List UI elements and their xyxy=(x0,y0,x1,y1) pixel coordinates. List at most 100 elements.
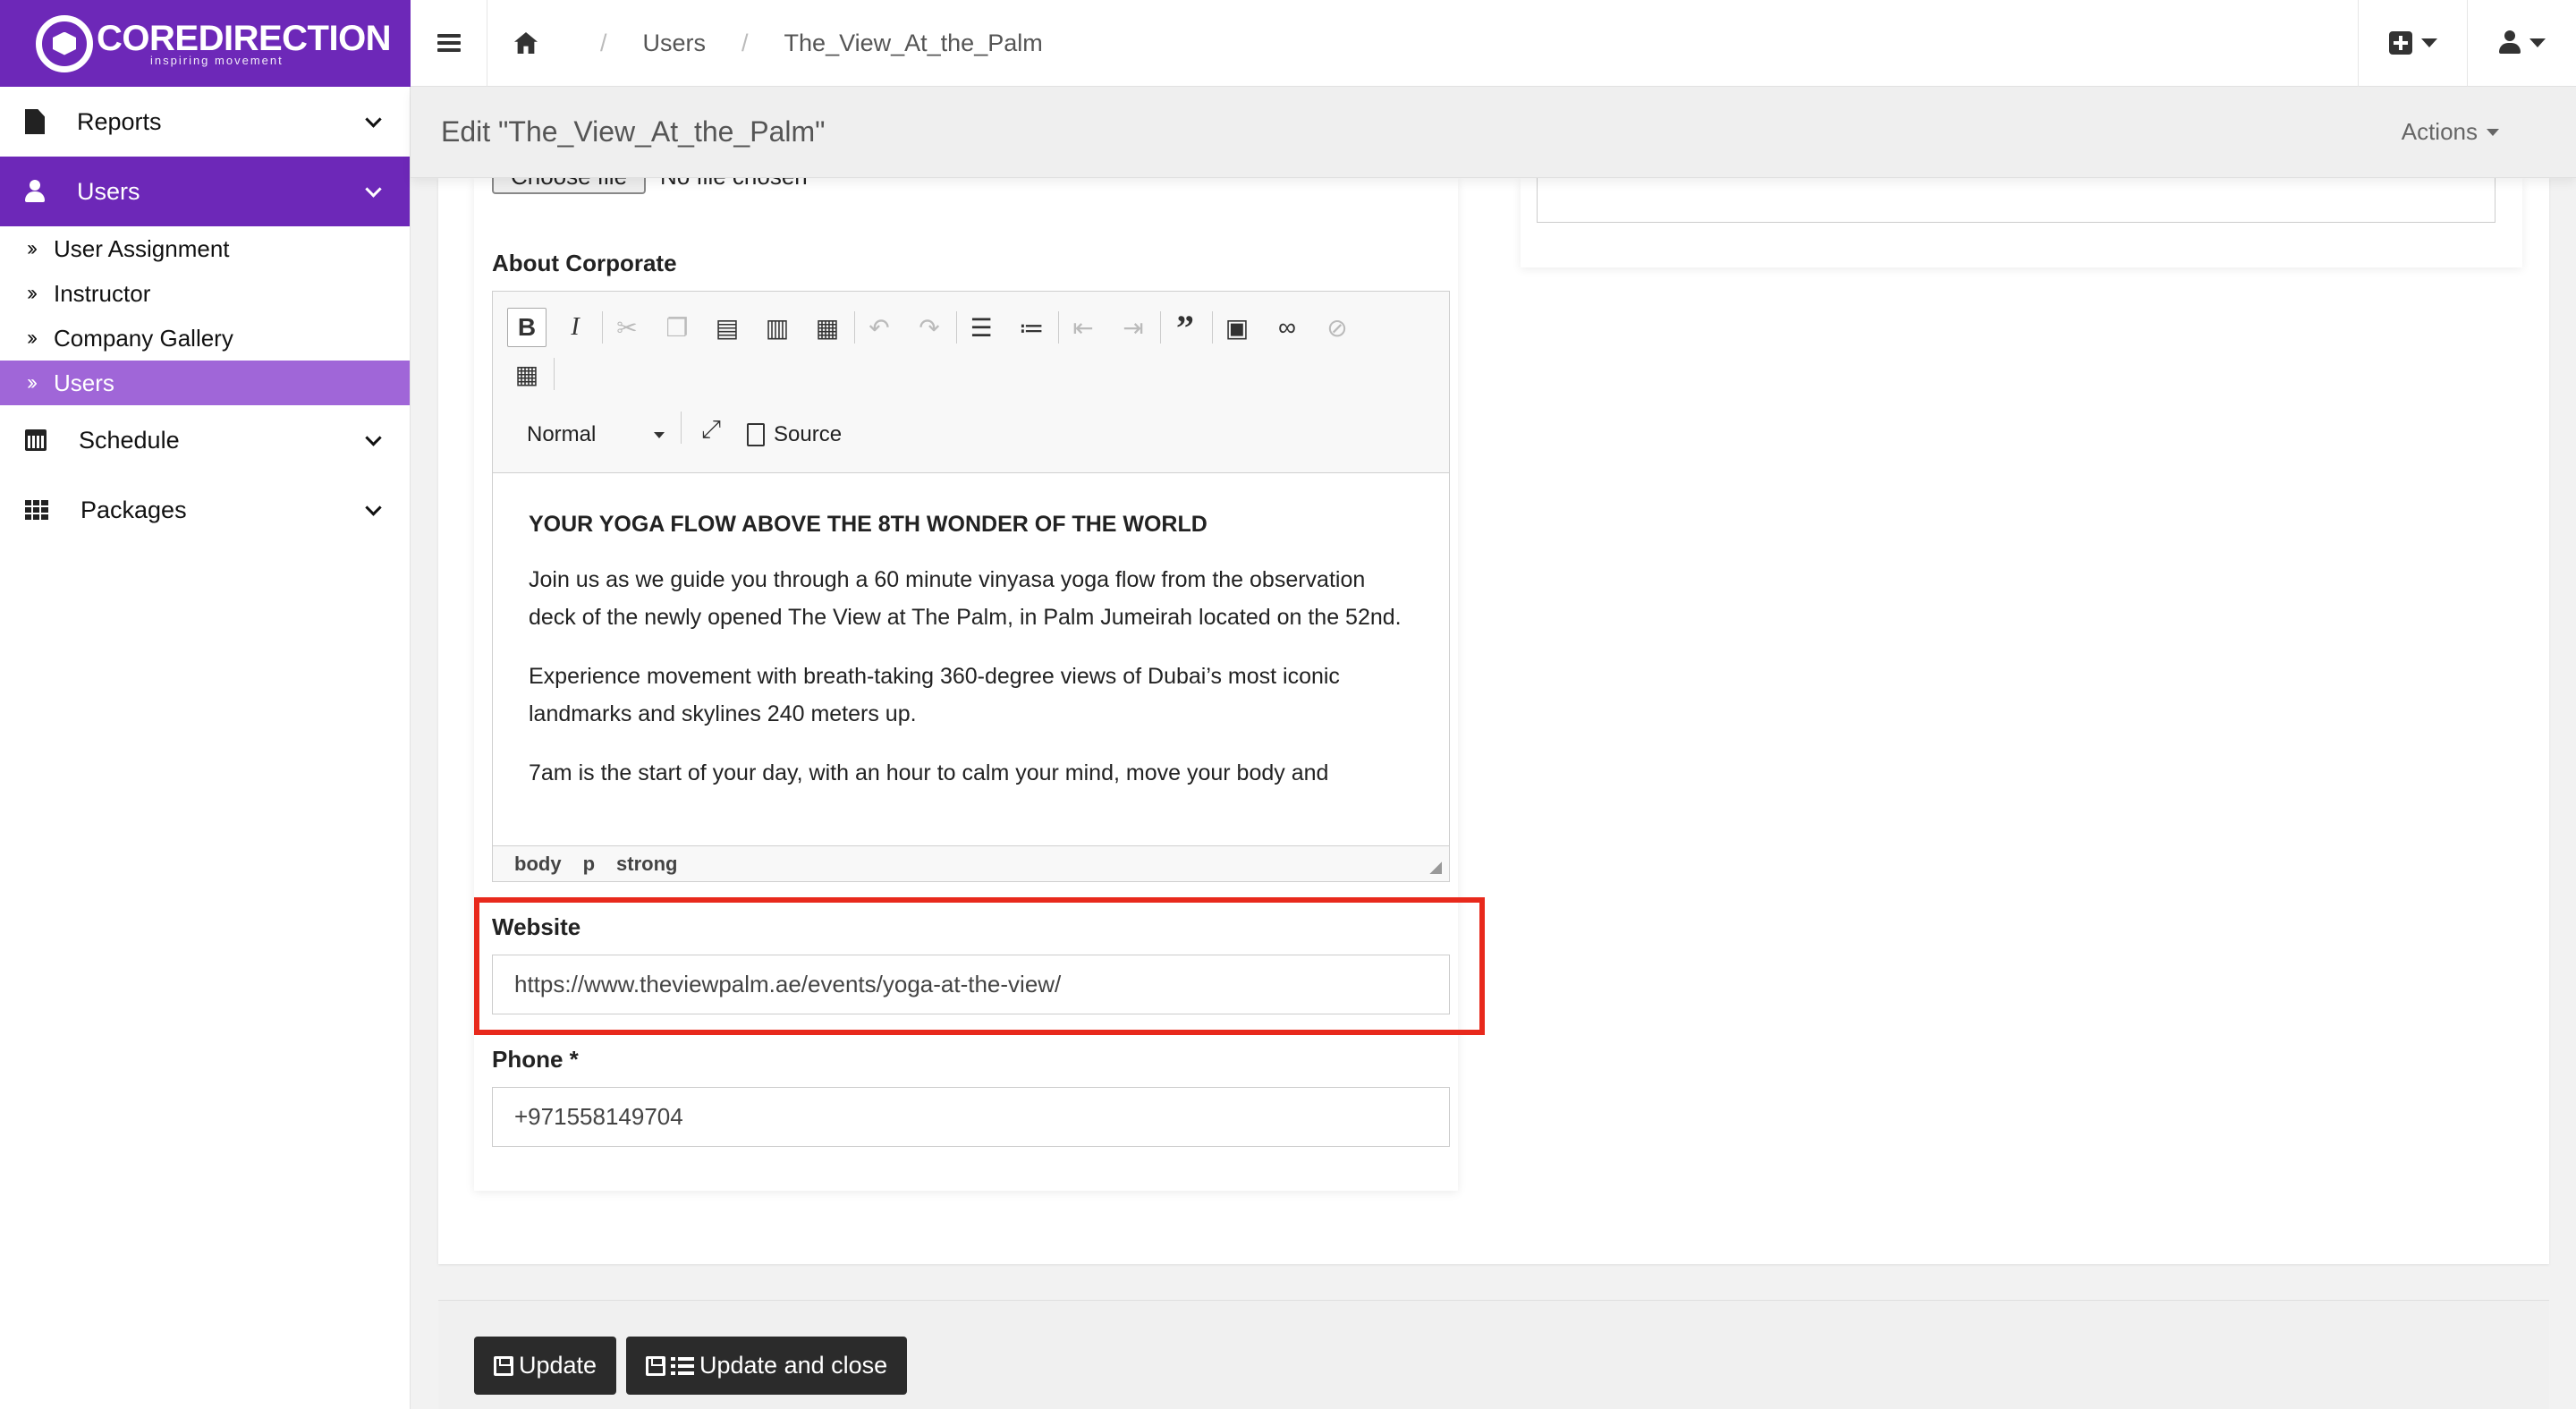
image-icon: ▣ xyxy=(1224,313,1250,342)
brand-tagline: inspiring movement xyxy=(150,54,284,67)
double-chevron-right-icon: ›› xyxy=(27,326,38,350)
bulleted-list-button[interactable]: ≔ xyxy=(1012,308,1051,347)
indent-icon: ⇥ xyxy=(1123,313,1144,342)
format-select[interactable]: Normal xyxy=(527,422,596,447)
copy-button[interactable]: ❐ xyxy=(657,308,697,347)
menu-toggle-button[interactable] xyxy=(411,0,487,87)
bold-icon: B xyxy=(517,313,537,341)
save-icon xyxy=(494,1355,513,1376)
path-element[interactable]: body xyxy=(514,853,562,876)
rich-text-editor[interactable]: B I ✂ ❐ ▤ ▥ ▦ ↶ ↷ ☰ ≔ ⇤ ⇥ ” ▣ ∞ ⊘ ▦ Norm… xyxy=(492,291,1450,882)
bulleted-list-icon: ≔ xyxy=(1019,313,1044,342)
breadcrumb-home[interactable] xyxy=(487,0,564,87)
form-left-panel: Choose file No file chosen About Corpora… xyxy=(474,160,1485,1191)
chevron-down-icon xyxy=(365,429,382,446)
redo-icon: ↷ xyxy=(919,313,940,342)
sidebar-subitem-user-assignment[interactable]: ›› User Assignment xyxy=(0,226,410,271)
file-icon xyxy=(25,109,45,134)
chevron-down-icon xyxy=(365,111,382,128)
outdent-button[interactable]: ⇤ xyxy=(1063,308,1103,347)
double-chevron-right-icon: ›› xyxy=(27,281,38,305)
resize-handle[interactable] xyxy=(1429,862,1442,874)
undo-icon: ↶ xyxy=(869,313,890,342)
quote-icon: ” xyxy=(1176,307,1194,348)
content-paragraph: Join us as we guide you through a 60 min… xyxy=(529,567,1402,630)
user-menu-dropdown[interactable] xyxy=(2467,0,2576,87)
numbered-list-button[interactable]: ☰ xyxy=(962,308,1001,347)
table-button[interactable]: ▦ xyxy=(507,354,547,394)
sidebar-item-label: Schedule xyxy=(79,426,180,454)
actions-dropdown[interactable]: Actions xyxy=(2402,118,2499,146)
brand-name: COREDIRECTION xyxy=(97,19,392,58)
source-button[interactable]: Source xyxy=(747,422,842,447)
clipboard-text-icon: ▥ xyxy=(765,313,790,342)
image-button[interactable]: ▣ xyxy=(1217,308,1257,347)
content-heading: YOUR YOGA FLOW ABOVE THE 8TH WONDER OF T… xyxy=(529,512,1208,537)
grid-icon xyxy=(25,500,48,520)
italic-icon: I xyxy=(571,313,580,341)
sidebar-item-label: Users xyxy=(77,177,140,205)
logo-mark-icon xyxy=(36,14,93,72)
about-corporate-label: About Corporate xyxy=(492,250,677,276)
redo-button[interactable]: ↷ xyxy=(910,308,949,347)
sidebar-item-packages[interactable]: Packages xyxy=(0,475,410,545)
clipboard-icon: ▤ xyxy=(715,313,740,342)
source-icon xyxy=(747,423,765,446)
paste-word-button[interactable]: ▦ xyxy=(808,308,847,347)
phone-input[interactable]: +971558149704 xyxy=(492,1087,1450,1147)
sidebar-item-label: Reports xyxy=(77,107,162,135)
sidebar-subitem-users[interactable]: ›› Users xyxy=(0,361,410,405)
editor-content[interactable]: YOUR YOGA FLOW ABOVE THE 8TH WONDER OF T… xyxy=(493,473,1449,845)
unlink-icon: ⊘ xyxy=(1326,313,1348,342)
link-icon: ∞ xyxy=(1278,313,1296,341)
blockquote-button[interactable]: ” xyxy=(1165,307,1205,348)
maximize-button[interactable]: ⤢ xyxy=(691,410,731,449)
form-footer: Update Update and close xyxy=(438,1300,2549,1409)
breadcrumb-users[interactable]: Users xyxy=(643,30,707,57)
list-icon xyxy=(671,1355,694,1376)
plus-square-icon xyxy=(2388,31,2412,55)
text-field[interactable] xyxy=(1537,178,2496,223)
maximize-icon: ⤢ xyxy=(700,414,722,443)
italic-button[interactable]: I xyxy=(555,308,595,347)
sidebar-item-reports[interactable]: Reports xyxy=(0,87,410,157)
user-icon xyxy=(25,180,45,203)
path-element[interactable]: p xyxy=(583,853,595,876)
sidebar-item-users[interactable]: Users xyxy=(0,157,410,226)
caret-down-icon xyxy=(2529,38,2546,47)
save-icon xyxy=(646,1355,665,1376)
add-new-dropdown[interactable] xyxy=(2358,0,2467,87)
path-element[interactable]: strong xyxy=(616,853,677,876)
sidebar-item-schedule[interactable]: Schedule xyxy=(0,405,410,475)
top-navbar: / Users / The_View_At_the_Palm xyxy=(411,0,2576,87)
sidebar-subitem-company-gallery[interactable]: ›› Company Gallery xyxy=(0,316,410,361)
chevron-down-icon xyxy=(365,181,382,198)
paste-text-button[interactable]: ▥ xyxy=(758,308,797,347)
caret-down-icon xyxy=(2487,128,2499,136)
page-header: Edit "The_View_At_the_Palm" Actions xyxy=(411,87,2576,178)
outdent-icon: ⇤ xyxy=(1072,313,1094,342)
cut-button[interactable]: ✂ xyxy=(607,308,647,347)
user-icon xyxy=(2498,30,2521,55)
table-icon: ▦ xyxy=(514,360,539,388)
content-paragraph: Experience movement with breath-taking 3… xyxy=(529,664,1340,726)
content-paragraph: 7am is the start of your day, with an ho… xyxy=(529,760,1329,785)
link-button[interactable]: ∞ xyxy=(1267,308,1307,347)
update-button[interactable]: Update xyxy=(474,1337,617,1395)
calendar-icon xyxy=(25,429,47,451)
undo-button[interactable]: ↶ xyxy=(860,308,899,347)
editor-path-bar: body p strong xyxy=(493,845,1449,881)
bold-button[interactable]: B xyxy=(507,308,547,347)
update-and-close-button[interactable]: Update and close xyxy=(626,1337,908,1395)
form-right-panel xyxy=(1521,178,2522,267)
paste-button[interactable]: ▤ xyxy=(708,308,747,347)
indent-button[interactable]: ⇥ xyxy=(1114,308,1153,347)
breadcrumb-current: The_View_At_the_Palm xyxy=(784,29,1043,56)
editor-toolbar: B I ✂ ❐ ▤ ▥ ▦ ↶ ↷ ☰ ≔ ⇤ ⇥ ” ▣ ∞ ⊘ ▦ Norm… xyxy=(493,292,1449,473)
hamburger-icon xyxy=(436,30,461,55)
unlink-button[interactable]: ⊘ xyxy=(1318,308,1357,347)
double-chevron-right-icon: ›› xyxy=(27,370,38,395)
scissors-icon: ✂ xyxy=(616,313,638,342)
brand-logo[interactable]: COREDIRECTION inspiring movement xyxy=(0,0,411,87)
sidebar-subitem-instructor[interactable]: ›› Instructor xyxy=(0,271,410,316)
